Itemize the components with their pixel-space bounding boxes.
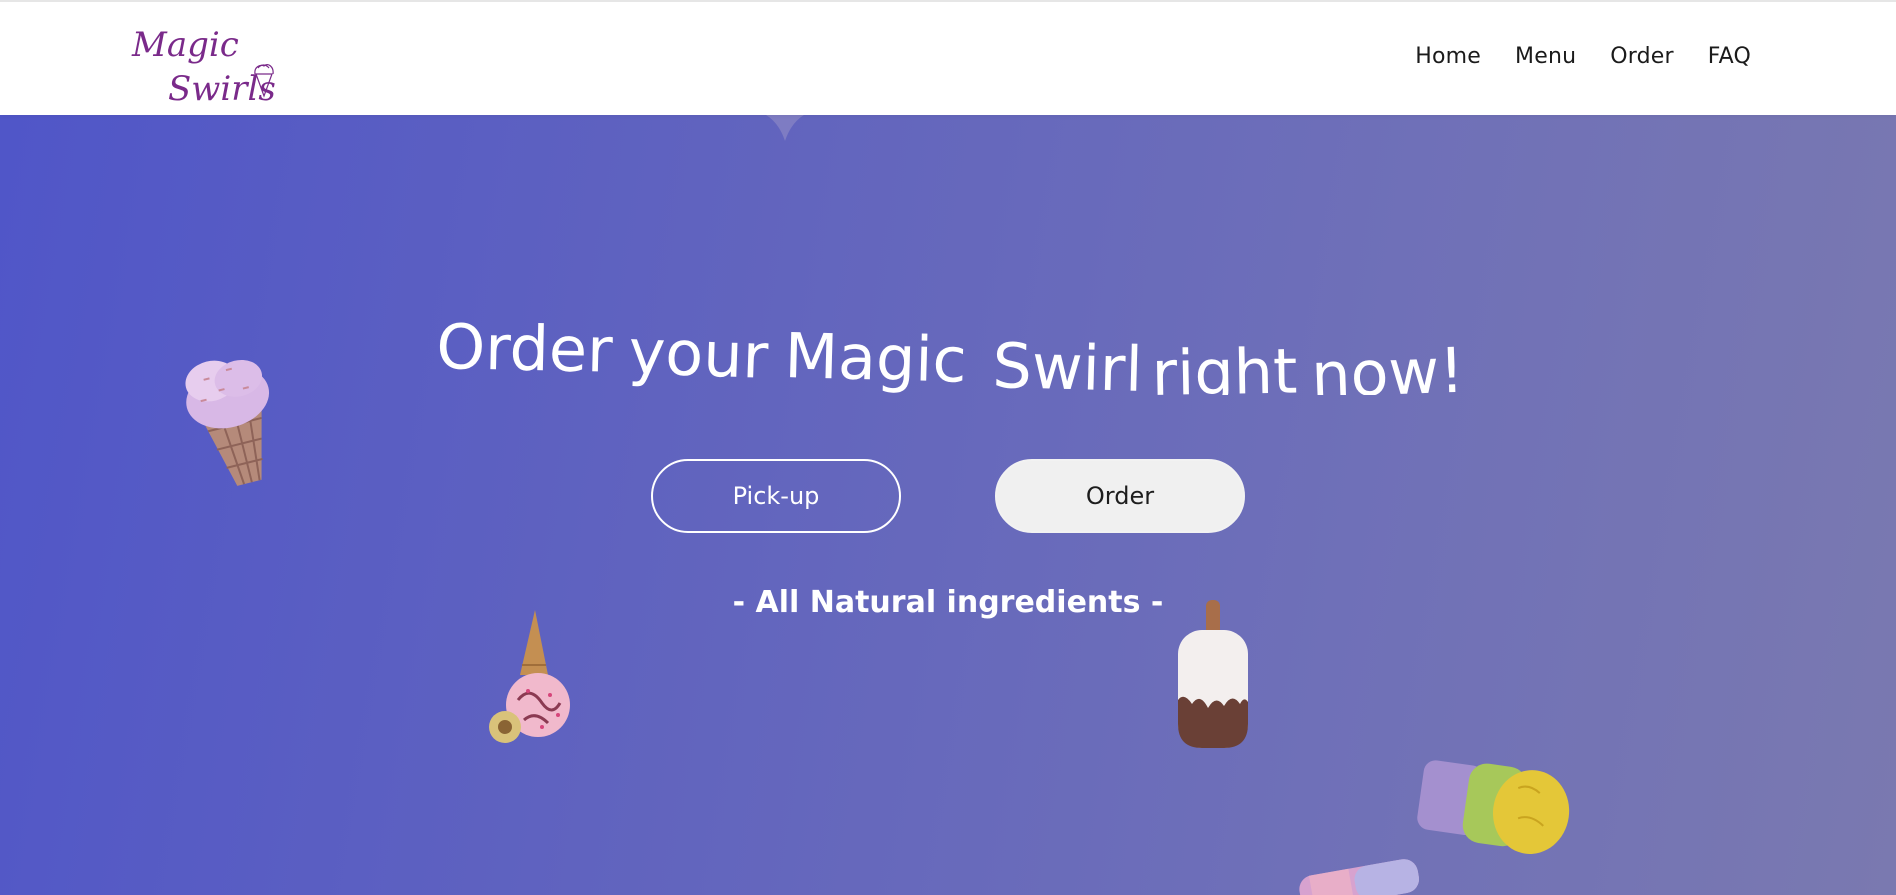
site-header: Magic Swirls Home Menu Order FAQ bbox=[0, 0, 1896, 115]
hero-title-word-2: your bbox=[627, 315, 769, 393]
nav-home[interactable]: Home bbox=[1415, 44, 1481, 69]
pickup-button[interactable]: Pick-up bbox=[651, 459, 901, 533]
hero-section: Order your Magic Swirl right now! Pick-u… bbox=[0, 115, 1896, 895]
brand-logo[interactable]: Magic Swirls bbox=[128, 12, 276, 112]
nav-order[interactable]: Order bbox=[1610, 44, 1674, 69]
ice-cream-cone-icon bbox=[185, 359, 270, 486]
main-nav: Home Menu Order FAQ bbox=[1415, 44, 1751, 69]
hero-title-word-4: Swirl bbox=[992, 329, 1144, 395]
logo-line-1: Magic bbox=[131, 25, 239, 65]
logo-line-2: Swirls bbox=[168, 69, 276, 109]
upside-down-cone-icon bbox=[489, 610, 570, 743]
popsicle-icon bbox=[1178, 600, 1248, 748]
order-button[interactable]: Order bbox=[995, 459, 1245, 533]
hero-title-word-5: right bbox=[1151, 334, 1298, 395]
hero-title-word-1: Order bbox=[436, 310, 614, 387]
hero-title-word-3: Magic bbox=[784, 319, 968, 395]
magic-swirls-logo: Magic Swirls bbox=[131, 25, 276, 109]
ice-cream-cup-icon bbox=[1417, 760, 1570, 854]
nav-faq[interactable]: FAQ bbox=[1708, 44, 1751, 69]
nav-menu[interactable]: Menu bbox=[1515, 44, 1576, 69]
popsicle-stick-icon bbox=[1299, 859, 1420, 895]
tagline: - All Natural ingredients - bbox=[732, 585, 1164, 620]
hero-title-word-6: now! bbox=[1310, 334, 1465, 395]
